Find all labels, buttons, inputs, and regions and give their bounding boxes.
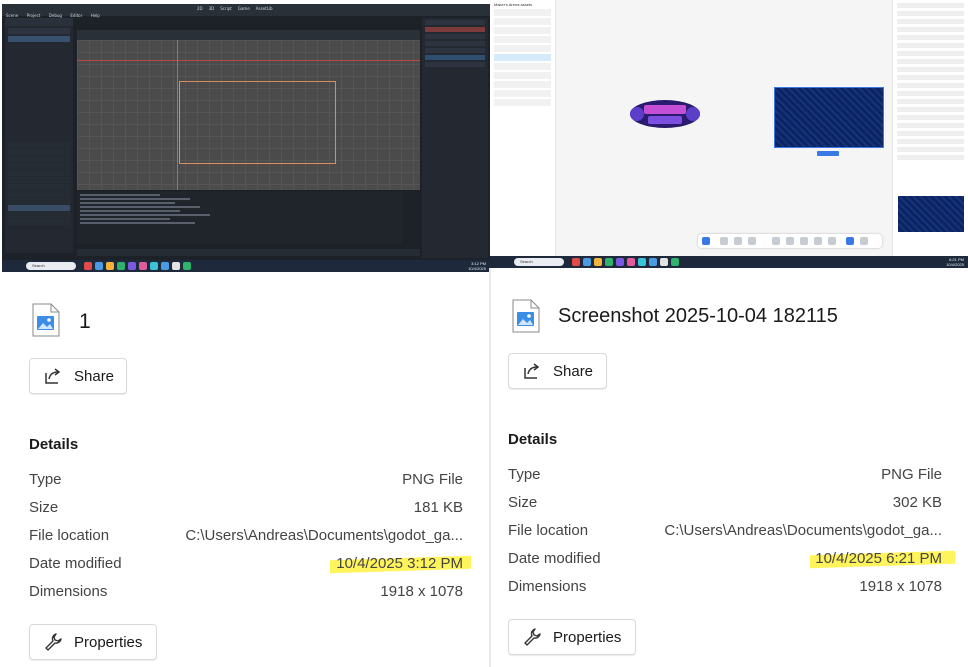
inspector-dock [422,18,488,258]
left-file-details-panel: 1 Share Details Type PNG File Size 181 K… [0,268,489,667]
detail-row-type: Type PNG File [508,466,942,483]
file-name: 1 [79,310,91,333]
taskbar: Search 6:21 PM 10/4/2025 [490,256,968,268]
app-icon [649,258,657,266]
share-button-label: Share [553,362,594,380]
detail-row-date-modified: Date modified 10/4/2025 3:12 PM [29,555,463,572]
bottom-panel-tabs [77,249,420,256]
detail-row-type: Type PNG File [29,471,463,488]
app-icon [616,258,624,266]
share-button[interactable]: Share [29,358,127,394]
detail-row-size: Size 302 KB [508,494,942,511]
figma-screenshot-thumbnail: Maker's Arena assets Search 6:21 PM 10/4… [490,0,968,268]
properties-button-label: Properties [553,628,622,646]
details-heading: Details [508,431,558,448]
filesystem-dock [5,141,73,253]
selected-background-frame [774,87,884,148]
tab-assetlib: AssetLib [255,6,273,11]
app-icon [638,258,646,266]
detail-row-file-location: File location C:\Users\Andreas\Documents… [508,522,942,539]
wrench-icon [45,633,62,651]
tab-2d: 2D [197,6,203,11]
selection-size-badge [817,151,839,156]
design-canvas [556,0,892,256]
file-name: Screenshot 2025-10-04 182115 [558,305,838,327]
image-file-icon [512,299,540,333]
properties-button[interactable]: Properties [508,619,636,655]
share-icon [45,368,61,384]
app-icon [605,258,613,266]
share-button[interactable]: Share [508,353,607,389]
2d-viewport [77,40,420,190]
right-file-details-panel: Screenshot 2025-10-04 182115 Share Detai… [491,268,968,667]
share-icon [524,363,540,379]
app-icon [627,258,635,266]
viewport-toolbar [77,30,420,40]
app-icon [660,258,668,266]
detail-row-dimensions: Dimensions 1918 x 1078 [29,583,463,600]
detail-row-date-modified: Date modified 10/4/2025 6:21 PM [508,550,942,567]
figma-toolbar [698,234,882,248]
godot-workspace-tabs: 2D 3D Script Game AssetLib [197,6,273,11]
share-button-label: Share [74,367,115,385]
properties-button-label: Properties [74,633,143,651]
scene-rect [179,81,336,164]
taskbar-search: Search [514,258,564,266]
makers-arena-logo [630,100,700,128]
menu-help: Help [90,13,100,18]
taskbar-clock: 6:21 PM 10/4/2025 [946,257,964,267]
tab-3d: 3D [208,6,215,11]
properties-button[interactable]: Properties [29,624,157,660]
taskbar-icons [572,258,679,266]
tab-script: Script [220,6,232,11]
comparison-screenshot: Scene Project Debug Editor Help 2D 3D Sc… [0,0,968,667]
godot-screenshot-thumbnail: Scene Project Debug Editor Help 2D 3D Sc… [2,4,490,272]
app-icon [572,258,580,266]
detail-row-dimensions: Dimensions 1918 x 1078 [508,578,942,595]
tab-game: Game [237,6,250,11]
app-icon [583,258,591,266]
wrench-icon [524,628,541,646]
image-file-icon [32,303,60,337]
details-heading: Details [29,436,79,453]
detail-row-size: Size 181 KB [29,499,463,516]
folder-icon [594,258,602,266]
layers-panel: Maker's Arena assets [490,0,556,256]
file-title: Maker's Arena assets [494,2,533,7]
export-preview [898,196,964,232]
output-panel [77,192,402,244]
app-icon [671,258,679,266]
detail-row-file-location: File location C:\Users\Andreas\Documents… [29,527,463,544]
